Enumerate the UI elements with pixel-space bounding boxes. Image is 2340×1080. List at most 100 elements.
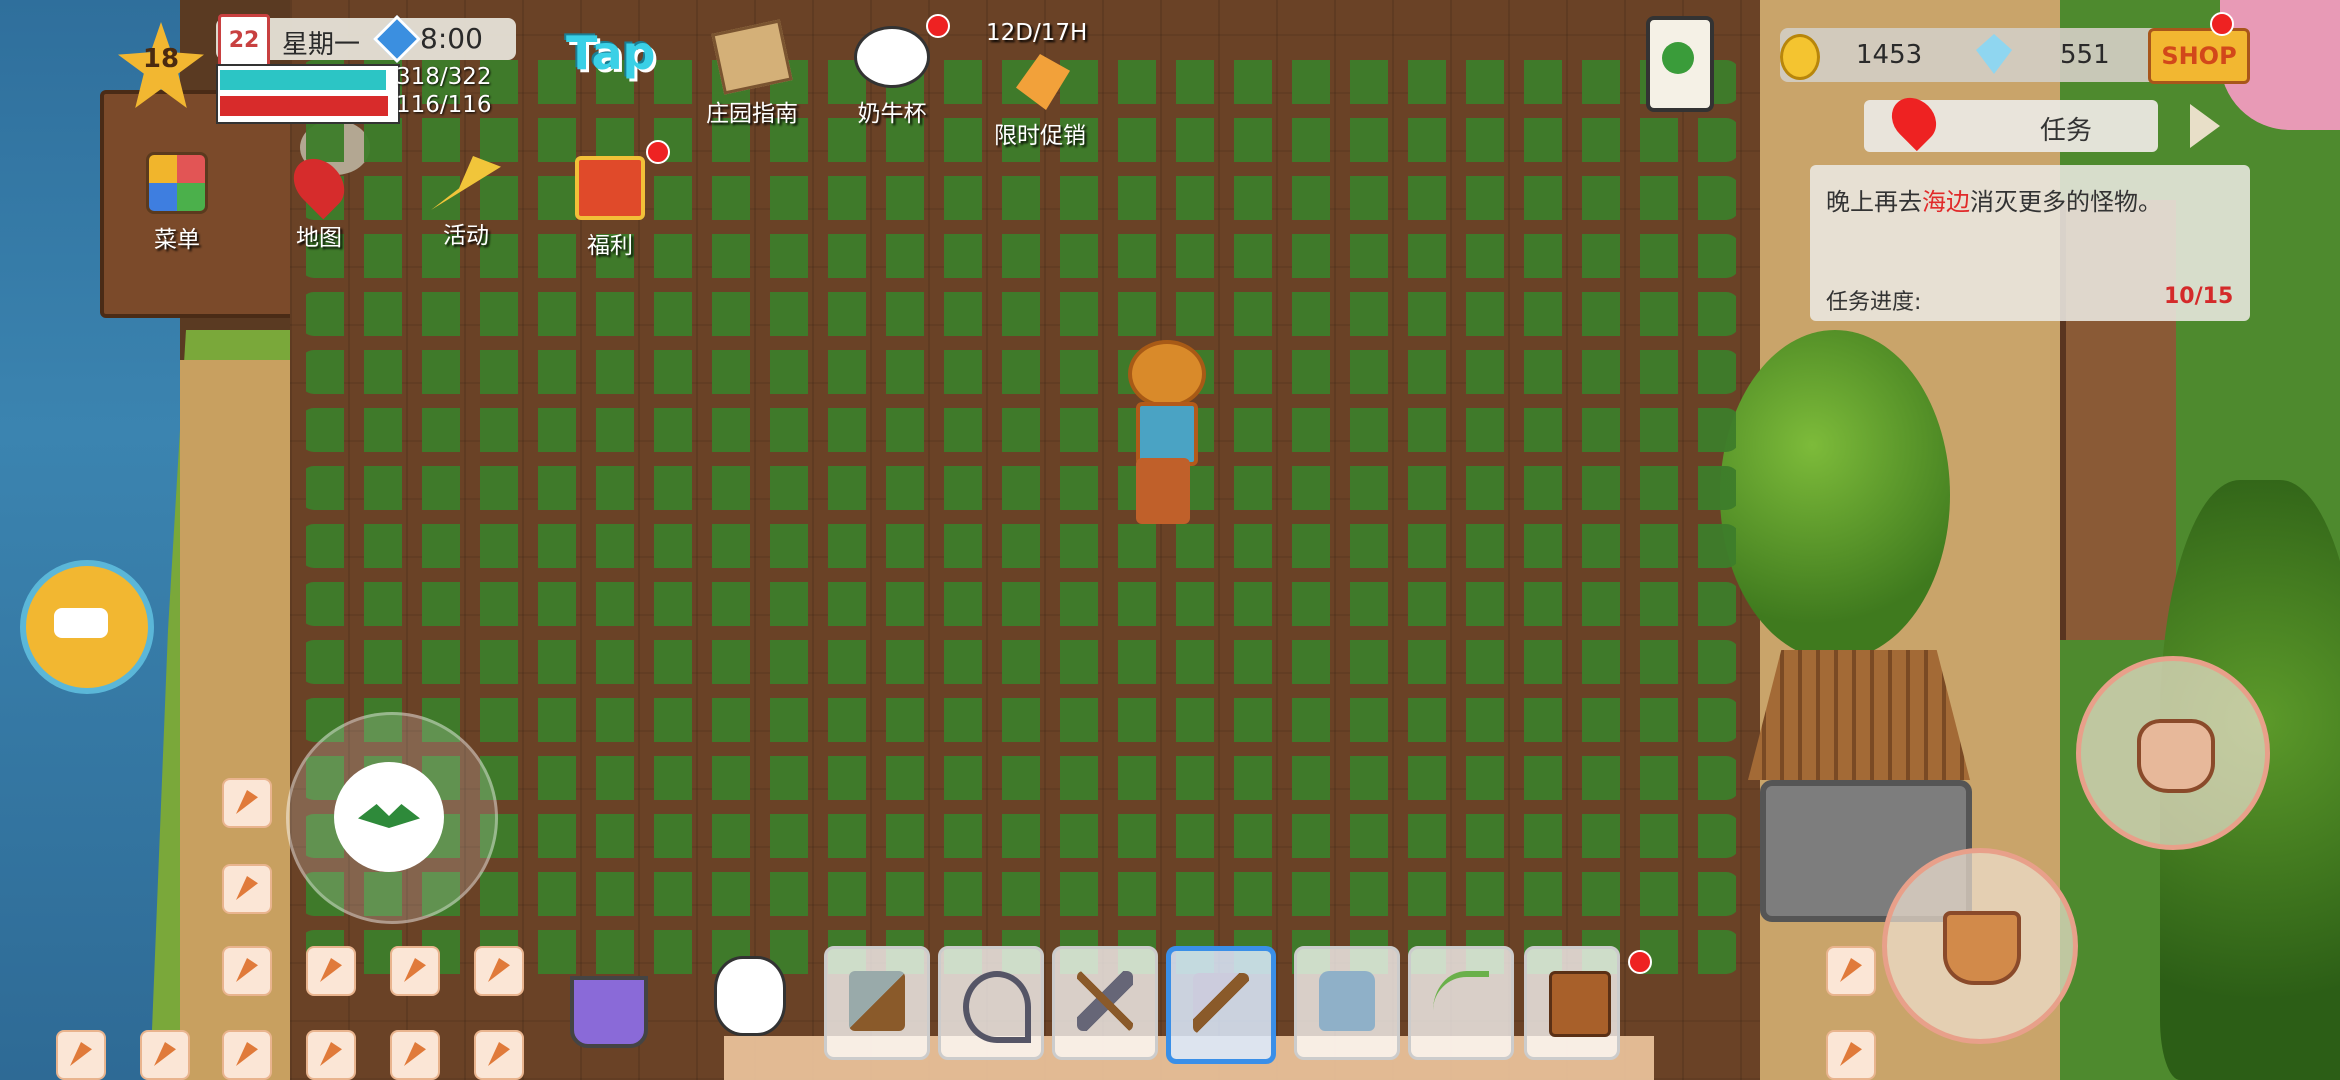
crop-row bbox=[300, 466, 1740, 510]
game-clock: 8:00 bbox=[420, 22, 483, 55]
quest-tab-label: 任务 bbox=[2040, 116, 2093, 146]
crop-row bbox=[300, 698, 1740, 742]
player-character bbox=[1118, 340, 1208, 530]
quest-description: 晚上再去海边消灭更多的怪物。 bbox=[1826, 188, 2162, 216]
menu-button[interactable]: 菜单 bbox=[142, 152, 212, 254]
hotbar-slot-axe[interactable] bbox=[824, 946, 930, 1060]
gift-box-icon bbox=[575, 156, 645, 220]
calendar-icon[interactable]: 22 bbox=[218, 14, 270, 68]
crop-row bbox=[300, 234, 1740, 278]
cow-cup-notification-dot bbox=[926, 14, 950, 38]
bucket-icon[interactable] bbox=[570, 976, 648, 1048]
axe-icon bbox=[849, 971, 905, 1031]
promo-label: 限时促销 bbox=[994, 123, 1086, 149]
hotbar-slot-shovel[interactable] bbox=[1166, 946, 1276, 1064]
crop-seedling-marker bbox=[140, 1030, 190, 1080]
welfare-button[interactable]: 福利 bbox=[570, 156, 650, 260]
gem-count: 551 bbox=[2060, 40, 2110, 70]
fishing-rod-icon bbox=[1433, 971, 1489, 1037]
chat-button[interactable] bbox=[20, 560, 154, 694]
manor-guide-button[interactable]: 庄园指南 bbox=[692, 19, 812, 128]
shovel-icon bbox=[1193, 973, 1249, 1033]
promo-timer: 12D/17H bbox=[986, 20, 1088, 46]
crop-seedling-marker bbox=[306, 946, 356, 996]
coin-count: 1453 bbox=[1856, 40, 1923, 70]
hotbar-slot-fishing-rod[interactable] bbox=[1408, 946, 1514, 1060]
crop-seedling-marker bbox=[1826, 1030, 1876, 1080]
quest-progress-label: 任务进度: bbox=[1826, 290, 1922, 315]
crop-seedling-marker bbox=[222, 946, 272, 996]
menu-label: 菜单 bbox=[154, 227, 200, 253]
hotbar-slot-watering-can[interactable] bbox=[1294, 946, 1400, 1060]
welfare-notification-dot bbox=[646, 140, 670, 164]
crop-seedling-marker bbox=[474, 1030, 524, 1080]
hotbar-slot-sickle[interactable] bbox=[938, 946, 1044, 1060]
crop-seedling-marker bbox=[474, 946, 524, 996]
player-shirt bbox=[1136, 402, 1198, 466]
weekday: 星期一 bbox=[282, 30, 361, 60]
limited-promo-button[interactable]: 限时促销 bbox=[980, 54, 1100, 150]
hotbar-slot-chest[interactable] bbox=[1524, 946, 1620, 1060]
map-scroll-icon bbox=[711, 19, 793, 95]
carrot-icon bbox=[1016, 54, 1070, 110]
seed-card-icon[interactable] bbox=[1646, 16, 1714, 112]
sickle-icon bbox=[963, 971, 1031, 1043]
crop-row bbox=[300, 756, 1740, 800]
welfare-label: 福利 bbox=[587, 233, 633, 259]
crop-seedling-marker bbox=[222, 864, 272, 914]
crop-row bbox=[300, 408, 1740, 452]
map-pin-icon bbox=[283, 148, 355, 220]
crop-row bbox=[300, 524, 1740, 568]
keyboard-icon bbox=[54, 608, 108, 638]
guide-label: 庄园指南 bbox=[706, 101, 798, 127]
gold-coin-icon bbox=[1780, 34, 1820, 80]
map-label: 地图 bbox=[296, 225, 342, 251]
crop-row bbox=[300, 350, 1740, 394]
bag-icon bbox=[1943, 911, 2021, 985]
quest-progress-value: 10/15 bbox=[2164, 284, 2234, 309]
hand-icon bbox=[2137, 719, 2215, 793]
menu-grid-icon bbox=[146, 152, 208, 214]
crop-seedling-marker bbox=[390, 1030, 440, 1080]
health-bar bbox=[220, 70, 386, 90]
bag-button[interactable] bbox=[1882, 848, 2078, 1044]
watering-can-icon bbox=[1319, 971, 1375, 1031]
oak-tree bbox=[1720, 330, 1950, 660]
interact-button[interactable] bbox=[2076, 656, 2270, 850]
crop-row bbox=[300, 582, 1740, 626]
energy-bar bbox=[220, 96, 388, 116]
crop-seedling-marker bbox=[1826, 946, 1876, 996]
chest-notification-dot bbox=[1628, 950, 1652, 974]
events-button[interactable]: 活动 bbox=[426, 156, 506, 250]
cow-cup-label: 奶牛杯 bbox=[857, 101, 927, 127]
taptap-logo[interactable]: Tap bbox=[566, 26, 655, 80]
collapse-arrow-icon[interactable] bbox=[2190, 104, 2220, 148]
map-button[interactable]: 地图 bbox=[283, 148, 355, 252]
straw-hat bbox=[1128, 340, 1206, 408]
cow-trophy-icon bbox=[854, 26, 930, 88]
health-value: 318/322 bbox=[396, 64, 492, 90]
crop-row bbox=[300, 640, 1740, 684]
energy-value: 116/116 bbox=[396, 92, 492, 118]
leaf-icon bbox=[358, 804, 420, 828]
pickaxe-icon bbox=[1077, 971, 1133, 1031]
crop-row bbox=[300, 176, 1740, 220]
chest-icon bbox=[1549, 971, 1611, 1037]
crop-row bbox=[300, 814, 1740, 858]
shop-button[interactable]: SHOP bbox=[2148, 28, 2250, 84]
shop-notification-dot bbox=[2210, 12, 2234, 36]
hotbar-slot-pickaxe[interactable] bbox=[1052, 946, 1158, 1060]
player-legs bbox=[1136, 458, 1190, 524]
crop-seedling-marker bbox=[390, 946, 440, 996]
well-roof bbox=[1748, 650, 1970, 780]
player-level: 18 bbox=[142, 44, 180, 74]
crop-seedling-marker bbox=[222, 778, 272, 828]
tool-hotbar bbox=[724, 946, 1624, 1080]
crop-seedling-marker bbox=[306, 1030, 356, 1080]
crop-seedling-marker bbox=[56, 1030, 106, 1080]
cow-cup-button[interactable]: 奶牛杯 bbox=[842, 26, 942, 128]
crop-seedling-marker bbox=[222, 1030, 272, 1080]
crop-row bbox=[300, 872, 1740, 916]
party-popper-icon bbox=[431, 156, 501, 210]
joystick-knob[interactable] bbox=[334, 762, 444, 872]
